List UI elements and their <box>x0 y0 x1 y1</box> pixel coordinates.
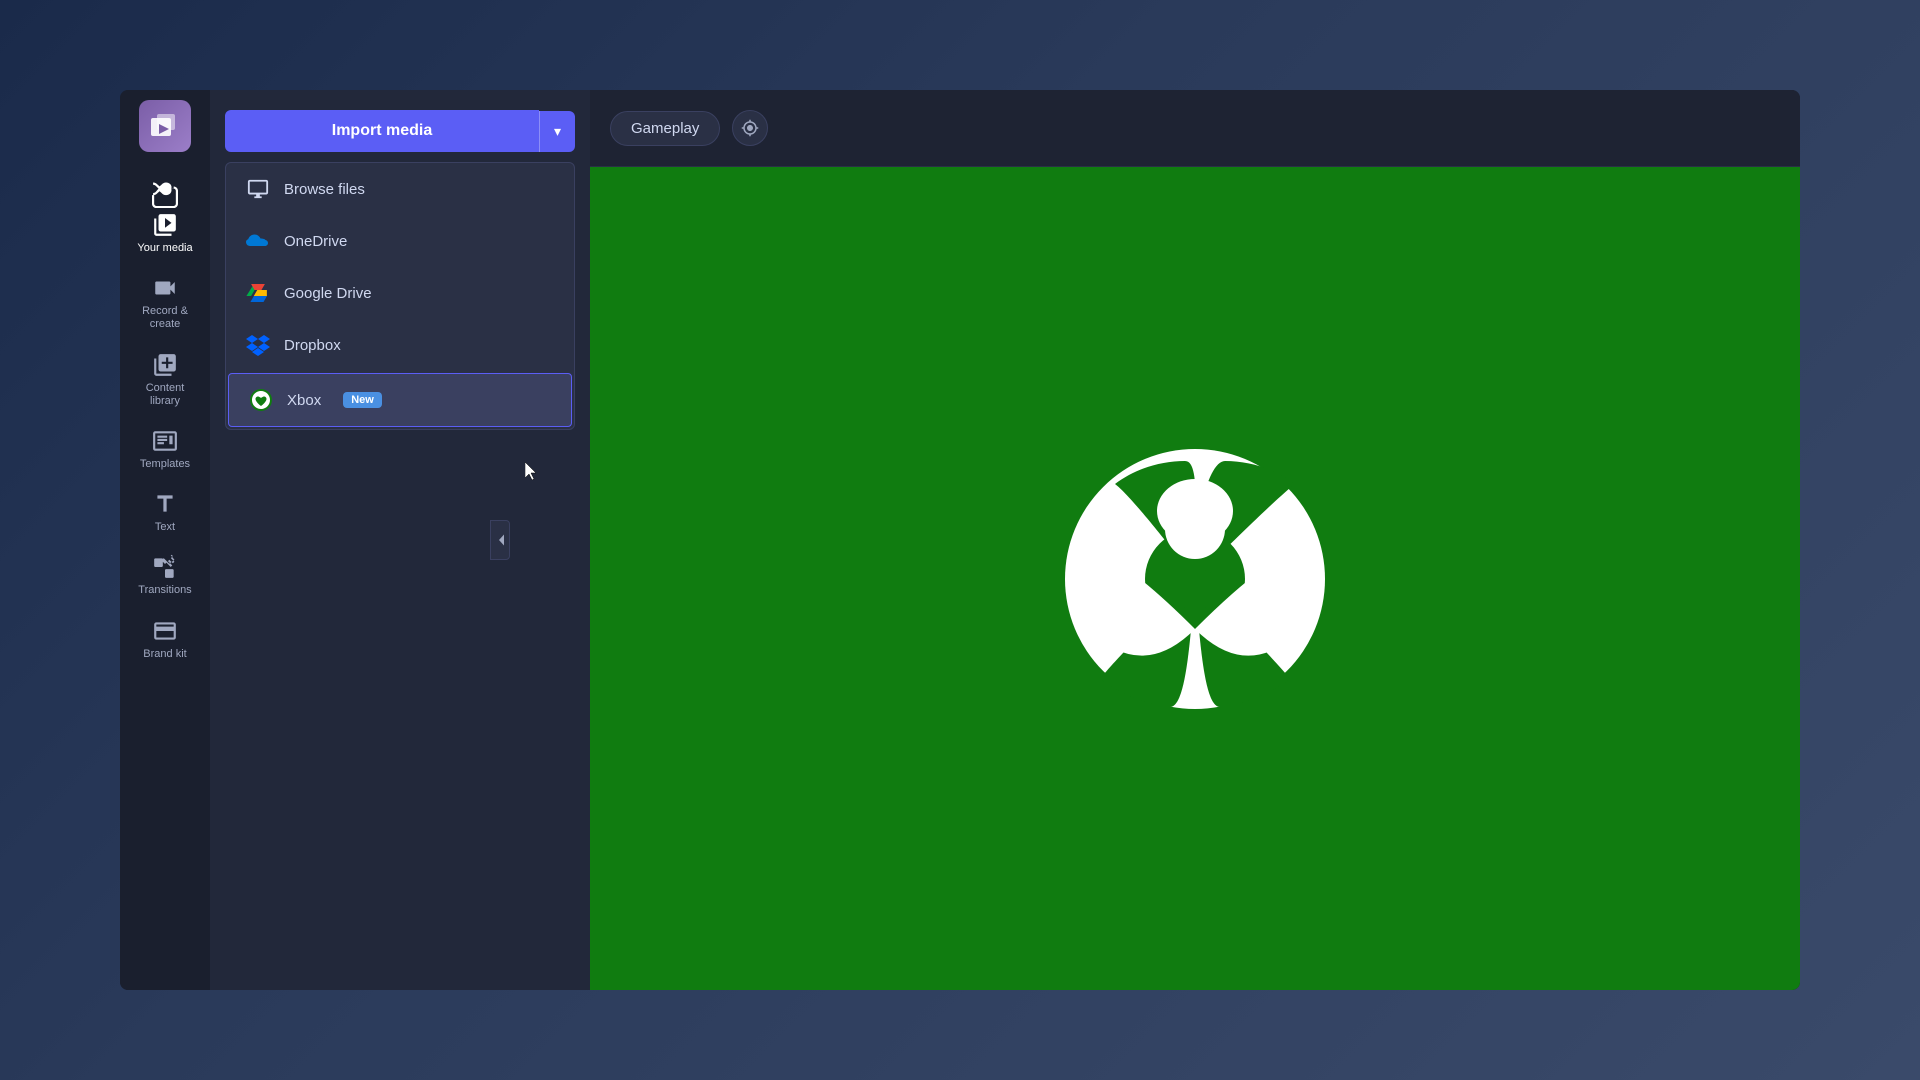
xbox-logo-image <box>1055 439 1335 719</box>
import-media-button[interactable]: Import media <box>225 110 539 152</box>
gameplay-tab[interactable]: Gameplay <box>610 111 720 146</box>
monitor-icon <box>246 177 270 201</box>
xbox-label: Xbox <box>287 392 321 409</box>
sidebar-item-your-media[interactable]: Your media <box>120 172 210 265</box>
content-area: Gameplay <box>590 90 1800 990</box>
content-header: Gameplay <box>590 90 1800 167</box>
dropdown-item-xbox[interactable]: Xbox New <box>228 373 572 427</box>
import-media-arrow[interactable]: ▾ <box>539 111 575 152</box>
dropbox-icon <box>246 333 270 357</box>
gameplay-tab-label: Gameplay <box>631 120 699 137</box>
sidebar-item-your-media-label: Your media <box>137 242 192 255</box>
settings-icon-button[interactable] <box>732 110 768 146</box>
browse-files-label: Browse files <box>284 181 365 198</box>
sidebar-item-templates-label: Templates <box>140 458 190 471</box>
main-panel: Import media ▾ Browse files OneDr <box>210 90 590 990</box>
sidebar-item-record-create-label: Record &create <box>142 305 188 331</box>
dropdown-item-browse-files[interactable]: Browse files <box>226 163 574 215</box>
sidebar-item-brand-kit[interactable]: Brand kit <box>120 608 210 671</box>
dropdown-item-onedrive[interactable]: OneDrive <box>226 215 574 267</box>
collapse-panel-button[interactable] <box>490 520 510 560</box>
sidebar-item-brand-kit-label: Brand kit <box>143 648 186 661</box>
google-drive-label: Google Drive <box>284 285 372 302</box>
sidebar-item-transitions-label: Transitions <box>138 584 191 597</box>
sidebar-item-templates[interactable]: Templates <box>120 418 210 481</box>
app-logo[interactable] <box>139 100 191 152</box>
sidebar-item-text[interactable]: Text <box>120 481 210 544</box>
onedrive-label: OneDrive <box>284 233 347 250</box>
import-button-row: Import media ▾ <box>210 90 590 162</box>
xbox-new-badge: New <box>343 392 382 408</box>
app-container: Your media Record &create Contentlibrary… <box>120 90 1800 990</box>
dropdown-item-google-drive[interactable]: Google Drive <box>226 267 574 319</box>
sidebar: Your media Record &create Contentlibrary… <box>120 90 210 990</box>
google-drive-icon <box>246 281 270 305</box>
sidebar-item-content-library-label: Contentlibrary <box>146 382 185 408</box>
sidebar-item-content-library[interactable]: Contentlibrary <box>120 342 210 418</box>
import-dropdown-menu: Browse files OneDrive <box>225 162 575 430</box>
xbox-preview-area <box>590 167 1800 990</box>
xbox-icon <box>249 388 273 412</box>
sidebar-item-record-create[interactable]: Record &create <box>120 265 210 341</box>
onedrive-icon <box>246 229 270 253</box>
dropbox-label: Dropbox <box>284 337 341 354</box>
sidebar-item-text-label: Text <box>155 521 175 534</box>
sidebar-item-transitions[interactable]: Transitions <box>120 544 210 607</box>
dropdown-item-dropbox[interactable]: Dropbox <box>226 319 574 371</box>
